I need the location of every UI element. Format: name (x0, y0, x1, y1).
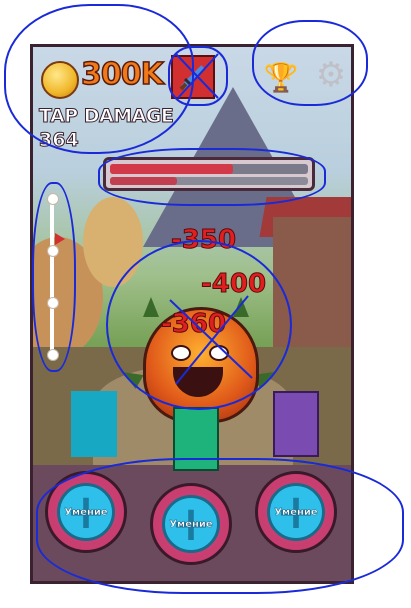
annotation-circle-monster (106, 240, 292, 410)
upgrade-column-purple[interactable] (273, 391, 319, 457)
ability-label: Умение (64, 506, 108, 518)
annotation-circle-hud (4, 4, 194, 154)
upgrade-column-teal[interactable] (71, 391, 117, 457)
annotation-circle-health (98, 148, 326, 206)
ability-label: Умение (169, 518, 213, 530)
annotation-circle-abilities (36, 458, 404, 594)
annotation-circle-stage (32, 182, 76, 372)
annotation-circle-weapon (168, 46, 228, 106)
annotation-circle-menu (252, 20, 368, 106)
ability-label: Умение (274, 506, 318, 518)
